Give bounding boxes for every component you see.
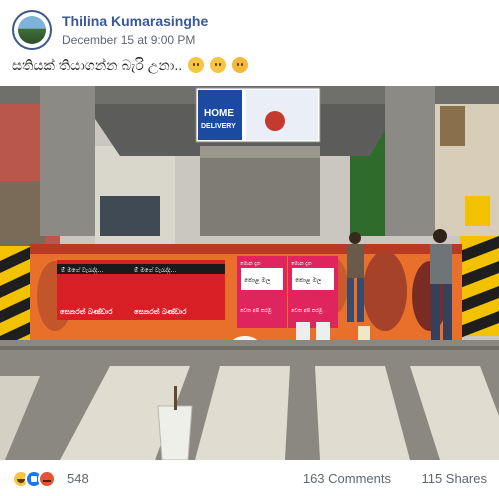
- post-header: Thilina Kumarasinghe December 15 at 9:00…: [12, 10, 487, 50]
- shares-count[interactable]: 115 Shares: [421, 471, 487, 486]
- poster-left-line1: ම් මගේ වැරැද්ද...: [61, 267, 103, 274]
- poster-left: ම් මගේ වැරැද්ද... සෙනරත් බණ්ඩාර: [57, 260, 127, 320]
- disappointed-face-icon: [209, 57, 226, 73]
- avatar-image: [18, 16, 46, 44]
- poster-green-2-line3: වෙත අපි කරමු: [291, 307, 323, 314]
- billboard-line1: HOME: [204, 108, 234, 119]
- billboard-line2: DELIVERY: [201, 123, 236, 130]
- poster-green-2: මොන දෑත කොළ මල වෙත අපි කරමු: [288, 256, 338, 328]
- comments-count[interactable]: 163 Comments: [303, 471, 391, 486]
- poster-mid: ම් මගේ වැරැද්ද... සෙනරත් බණ්ඩාර: [127, 260, 225, 320]
- post-timestamp[interactable]: December 15 at 9:00 PM: [62, 33, 195, 47]
- photo-scene: HOME DELIVERY ම් මගේ වැරැද්ද... සෙනරත් බ: [0, 86, 499, 460]
- poster-mid-line2: සෙනරත් බණ්ඩාර: [134, 308, 187, 316]
- disappointed-face-icon: [188, 57, 205, 73]
- avatar[interactable]: [12, 10, 52, 50]
- poster-green-1: මොන දෑත කොළ මල වෙත අපි කරමු: [237, 256, 287, 328]
- post-footer: 548 163 Comments 115 Shares: [0, 462, 499, 496]
- reaction-count[interactable]: 548: [67, 471, 89, 486]
- poster-green-2-line1: මොන දෑත: [291, 261, 312, 267]
- poster-left-line2: සෙනරත් බණ්ඩාර: [60, 308, 113, 316]
- post-text: සතියක් තියාගන්න බැරි උනා..: [12, 57, 248, 74]
- angry-icon: [38, 470, 56, 488]
- poster-green-1-line1: මොන දෑත: [240, 261, 261, 267]
- crying-face-icon: [231, 57, 248, 73]
- post-text-body: සතියක් තියාගන්න බැරි උනා..: [12, 57, 183, 73]
- poster-green-1-line3: වෙත අපි කරමු: [240, 307, 272, 314]
- poster-green-2-line2: කොළ මල: [295, 277, 322, 284]
- poster-mid-line1: ම් මගේ වැරැද්ද...: [134, 267, 176, 274]
- poster-green-1-line2: කොළ මල: [244, 277, 271, 284]
- author-name[interactable]: Thilina Kumarasinghe: [62, 13, 208, 29]
- post-photo[interactable]: HOME DELIVERY ම් මගේ වැරැද්ද... සෙනරත් බ: [0, 86, 499, 460]
